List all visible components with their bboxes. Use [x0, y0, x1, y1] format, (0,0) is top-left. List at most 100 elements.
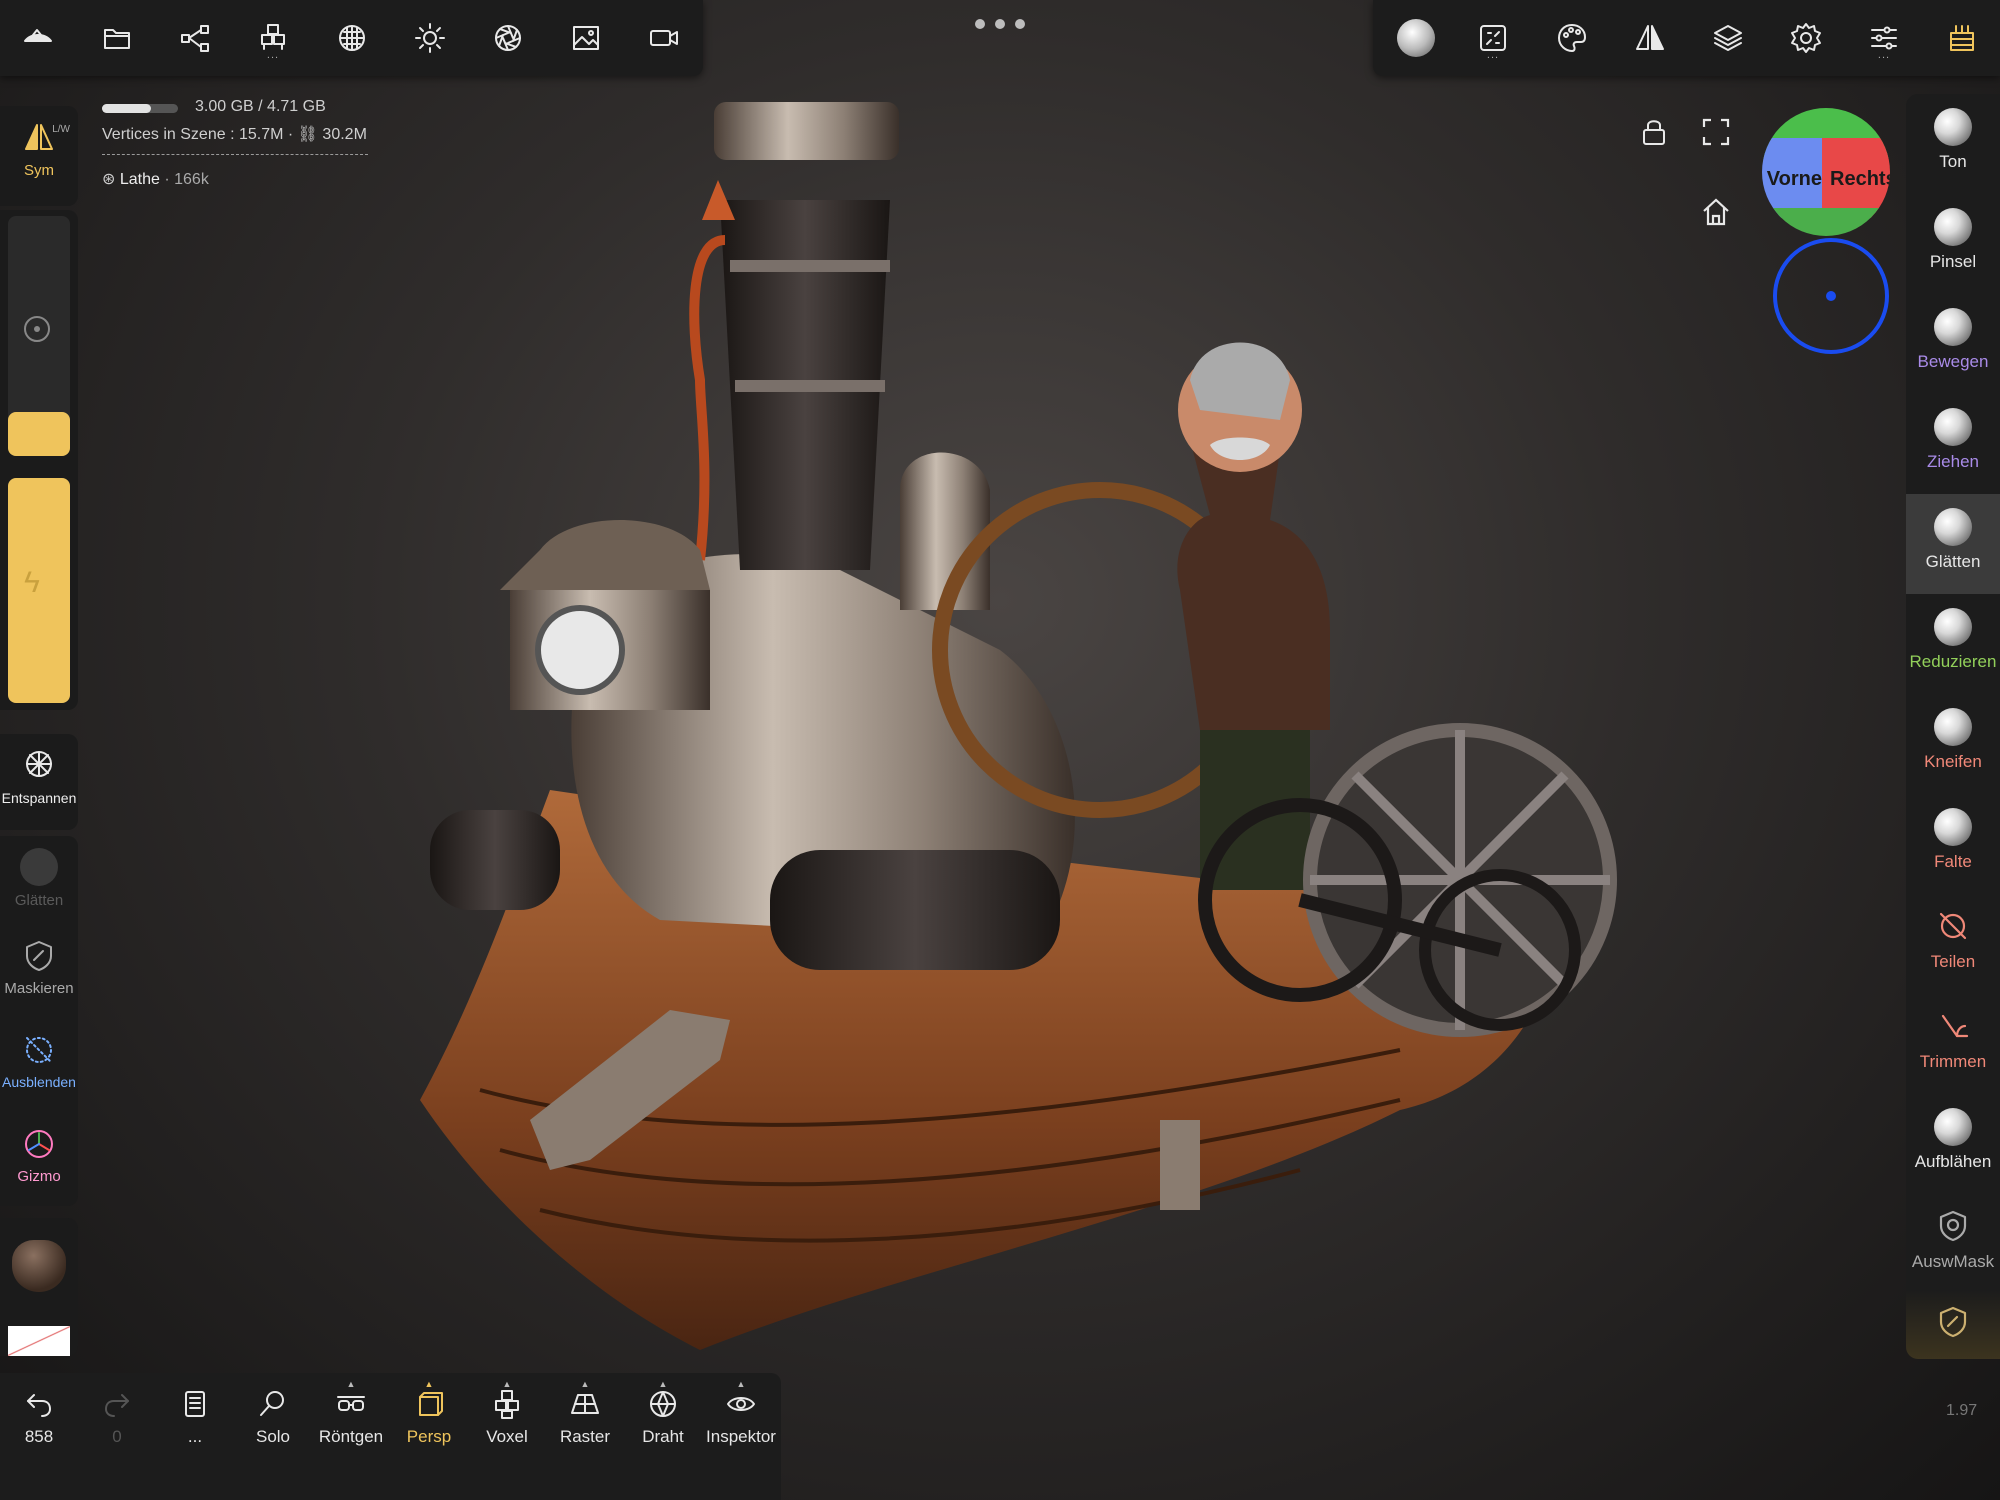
relax-web-icon — [26, 751, 52, 777]
gizmo-button[interactable]: Gizmo — [0, 1126, 78, 1185]
brush-settings-icon[interactable] — [1392, 14, 1440, 62]
tool-move[interactable]: Bewegen — [1906, 294, 2000, 394]
symmetry-panel: L/W Sym — [0, 106, 78, 206]
flatten-icon — [1934, 608, 1972, 646]
more-menu-dots[interactable] — [975, 14, 1025, 34]
tool-label: Reduzieren — [1909, 652, 1997, 671]
image-icon[interactable] — [562, 14, 610, 62]
aperture-icon[interactable] — [484, 14, 532, 62]
radius-slider-fill[interactable] — [8, 412, 70, 456]
perspective-button[interactable]: ▲ Persp — [390, 1379, 468, 1447]
move-icon — [1934, 308, 1972, 346]
tool-trim[interactable]: Trimmen — [1906, 994, 2000, 1094]
bottom-toolbar: 858 0 ... Solo ▲ Röntgen ▲ Persp ▲ Voxel… — [0, 1373, 781, 1500]
scene-graph-icon[interactable] — [171, 14, 219, 62]
wireframe-button[interactable]: ▲ Draht — [624, 1379, 702, 1447]
solo-button[interactable]: Solo — [234, 1387, 312, 1447]
view-cube-front[interactable]: Vorne — [1762, 168, 1822, 191]
primitives-icon[interactable]: ... — [249, 14, 297, 62]
tool-inflate[interactable]: Aufblähen — [1906, 1094, 2000, 1194]
tool-flatten[interactable]: Reduzieren — [1906, 594, 2000, 694]
app-menu-icon[interactable] — [14, 14, 62, 62]
tool-label: Teilen — [1930, 952, 1976, 971]
trim-icon — [1941, 1014, 1969, 1038]
object-name[interactable]: Lathe — [120, 171, 160, 188]
tool-pinch[interactable]: Kneifen — [1906, 694, 2000, 794]
perspective-icon — [419, 1392, 443, 1416]
tool-crease[interactable]: Falte — [1906, 794, 2000, 894]
voxel-button[interactable]: ▲ Voxel — [468, 1379, 546, 1447]
wireframe-icon — [650, 1391, 676, 1417]
smooth-sphere-icon — [20, 848, 58, 886]
lightning-icon: ϟ — [24, 566, 40, 599]
tool-label: Ton — [1939, 152, 1967, 171]
eye-icon — [727, 1397, 755, 1411]
camera-icon[interactable] — [640, 14, 688, 62]
hide-label: Ausblenden — [2, 1074, 76, 1090]
redo-button[interactable]: 0 — [78, 1387, 156, 1447]
layers-icon[interactable] — [1704, 14, 1752, 62]
inspector-button[interactable]: ▲ Inspektor — [702, 1379, 780, 1447]
mask-icon — [1939, 1306, 1967, 1338]
tool-mask-partial[interactable] — [1906, 1290, 2000, 1359]
tool-drag[interactable]: Ziehen — [1906, 394, 2000, 494]
tool-smooth[interactable]: Glätten — [1906, 494, 2000, 594]
undo-button[interactable]: 858 — [0, 1387, 78, 1447]
voxel-icon — [495, 1390, 519, 1419]
tool-clay[interactable]: Ton — [1906, 94, 2000, 194]
tool-select-mask[interactable]: AuswMask — [1906, 1194, 2000, 1294]
tool-brush[interactable]: Pinsel — [1906, 194, 2000, 294]
material-preview[interactable] — [12, 1240, 66, 1292]
palette-icon[interactable] — [1548, 14, 1596, 62]
mask-shield-icon — [26, 941, 52, 971]
fullscreen-icon[interactable] — [1700, 116, 1732, 148]
tool-label: Ziehen — [1927, 452, 1979, 471]
sliders-icon[interactable]: ... — [1860, 14, 1908, 62]
symmetry-toggle[interactable]: L/W Sym — [0, 120, 78, 179]
tool-split[interactable]: Teilen — [1906, 894, 2000, 994]
grid-button[interactable]: ▲ Raster — [546, 1379, 624, 1447]
top-toolbar-right: ... ... — [1373, 0, 2000, 76]
wireframe-label: Draht — [642, 1427, 684, 1446]
top-toolbar-left: ... — [0, 0, 703, 76]
view-cube[interactable]: Vorne Rechts — [1762, 108, 1890, 236]
crease-icon — [1934, 808, 1972, 846]
vertices-text: Vertices in Szene : 15.7M · — [102, 126, 298, 143]
mask-button[interactable]: Maskieren — [0, 938, 78, 997]
clay-icon — [1934, 108, 1972, 146]
undo-icon — [27, 1394, 51, 1417]
xray-label: Röntgen — [318, 1427, 384, 1446]
relax-panel: Entspannen — [0, 734, 78, 830]
smooth-label: Glätten — [14, 892, 64, 909]
history-list-icon — [185, 1391, 205, 1417]
brush-slider-panel: ϟ — [0, 210, 78, 710]
inspector-label: Inspektor — [706, 1427, 776, 1446]
sym-badge: L/W — [52, 124, 70, 135]
xray-button[interactable]: ▲ Röntgen — [312, 1379, 390, 1447]
select-mask-icon — [1939, 1210, 1967, 1242]
alpha-swatch[interactable] — [8, 1326, 70, 1356]
split-icon — [1939, 912, 1967, 940]
brush-icon — [1934, 208, 1972, 246]
viewport-model[interactable] — [400, 90, 1620, 1370]
sym-label: Sym — [24, 162, 54, 179]
view-cube-right[interactable]: Rechts — [1830, 168, 1890, 191]
search-icon — [260, 1391, 284, 1416]
history-button[interactable]: ... — [156, 1387, 234, 1447]
scene-info: 3.00 GB / 4.71 GB Vertices in Szene : 15… — [102, 98, 368, 189]
folder-icon[interactable] — [93, 14, 141, 62]
smooth-button[interactable]: Glätten — [0, 848, 78, 909]
relax-button[interactable]: Entspannen — [0, 746, 78, 806]
lock-icon[interactable] — [1638, 116, 1670, 148]
symmetry-icon[interactable] — [1626, 14, 1674, 62]
tools-panel: Glätten Maskieren Ausblenden Gizmo — [0, 836, 78, 1206]
home-icon[interactable] — [1700, 196, 1732, 228]
camera-orbit-ring[interactable] — [1773, 238, 1889, 354]
stroke-icon[interactable]: ... — [1469, 14, 1517, 62]
relax-label: Entspannen — [1, 790, 77, 806]
store-icon[interactable] — [1938, 14, 1986, 62]
hide-button[interactable]: Ausblenden — [0, 1032, 78, 1090]
material-icon[interactable] — [328, 14, 376, 62]
settings-gear-icon[interactable] — [1782, 14, 1830, 62]
light-icon[interactable] — [406, 14, 454, 62]
